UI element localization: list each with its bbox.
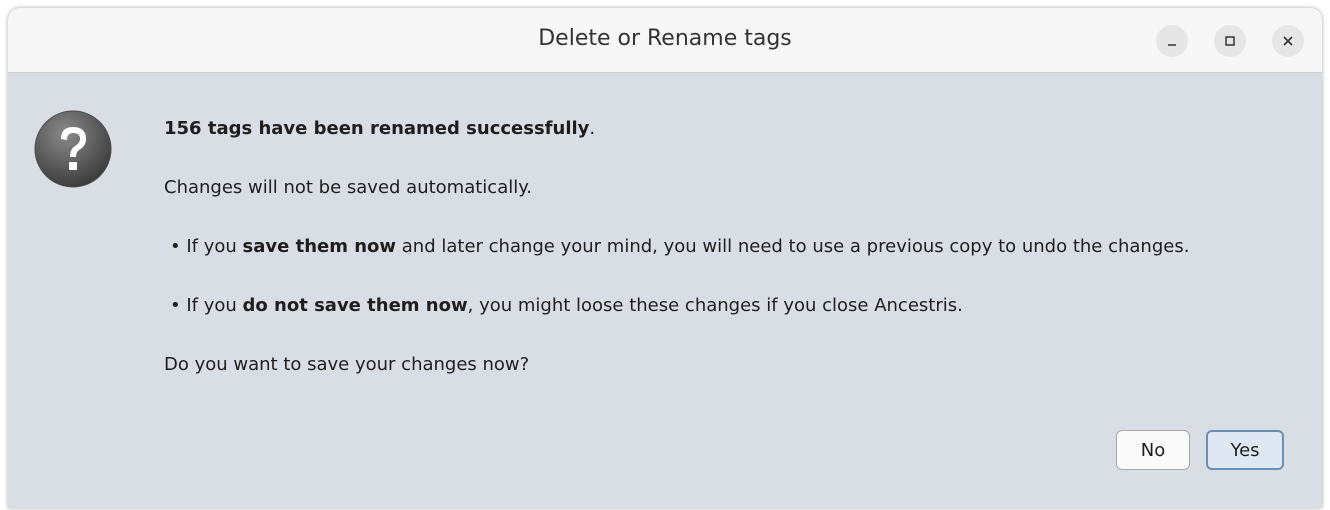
question-icon	[33, 109, 113, 189]
bullet-save-bold: save them now	[242, 236, 397, 257]
message-bullet-save: • If you save them now and later change …	[170, 236, 1189, 257]
message-line-not-saved: Changes will not be saved automatically.	[164, 177, 533, 198]
close-button[interactable]	[1272, 25, 1304, 57]
minimize-icon	[1165, 34, 1179, 48]
no-button[interactable]: No	[1116, 430, 1190, 470]
title-bar[interactable]: Delete or Rename tags	[8, 8, 1322, 73]
maximize-button[interactable]	[1214, 25, 1246, 57]
yes-button[interactable]: Yes	[1206, 430, 1284, 470]
maximize-icon	[1223, 34, 1237, 48]
renamed-count-text: 156 tags have been renamed successfully	[164, 118, 590, 139]
message-bullet-not-save: • If you do not save them now, you might…	[170, 295, 963, 316]
dialog-content: 156 tags have been renamed successfully.…	[8, 73, 1322, 508]
message-line-renamed: 156 tags have been renamed successfully.	[164, 118, 595, 139]
minimize-button[interactable]	[1156, 25, 1188, 57]
renamed-period: .	[589, 118, 596, 139]
bullet-not-save-bold: do not save them now	[242, 295, 468, 316]
message-question: Do you want to save your changes now?	[164, 354, 530, 375]
bullet-not-save-suffix: , you might loose these changes if you c…	[467, 295, 963, 316]
window-title: Delete or Rename tags	[538, 26, 792, 51]
bullet-save-suffix: and later change your mind, you will nee…	[396, 236, 1190, 257]
bullet-save-prefix: • If you	[170, 236, 243, 257]
close-icon	[1281, 34, 1295, 48]
dialog-window: Delete or Rename tags 156 tags have been…	[8, 8, 1322, 508]
bullet-not-save-prefix: • If you	[170, 295, 243, 316]
